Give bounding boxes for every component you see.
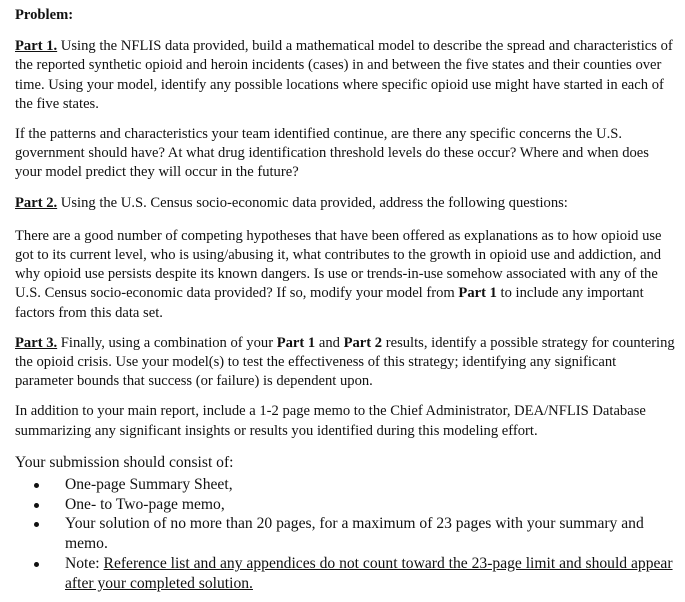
part2-paragraph: Part 2. Using the U.S. Census socio-econ… xyxy=(15,194,675,213)
hypotheses-bold: Part 1 xyxy=(458,285,497,302)
note-label: Note: xyxy=(65,555,104,573)
part3-text-1: Finally, using a combination of your xyxy=(57,334,277,351)
part2-label: Part 2. xyxy=(15,194,58,211)
part3-text-2: and xyxy=(315,334,344,351)
hypotheses-paragraph: There are a good number of competing hyp… xyxy=(15,227,675,323)
part3-bold-1: Part 1 xyxy=(276,334,316,351)
submission-list: One-page Summary Sheet, One- to Two-page… xyxy=(15,475,675,594)
part3-label: Part 3. xyxy=(15,334,58,351)
part1-label: Part 1. xyxy=(15,38,58,55)
memo-paragraph: In addition to your main report, include… xyxy=(15,403,646,439)
part2-text: Using the U.S. Census socio-economic dat… xyxy=(57,194,568,211)
part3-paragraph: Part 3. Finally, using a combination of … xyxy=(15,334,675,392)
submission-intro: Your submission should consist of: xyxy=(15,453,234,471)
part1-text: Using the NFLIS data provided, build a m… xyxy=(15,38,673,112)
list-item: Your solution of no more than 20 pages, … xyxy=(34,514,675,554)
concerns-paragraph: If the patterns and characteristics your… xyxy=(15,126,649,181)
note-text: Reference list and any appendices do not… xyxy=(65,555,673,592)
problem-heading: Problem: xyxy=(15,7,74,23)
part3-bold-2: Part 2 xyxy=(343,334,383,351)
list-item-note: Note: Reference list and any appendices … xyxy=(34,554,675,594)
part1-paragraph: Part 1. Using the NFLIS data provided, b… xyxy=(15,37,675,114)
problem-document: Problem: Part 1. Using the NFLIS data pr… xyxy=(0,0,675,594)
list-item: One- to Two-page memo, xyxy=(34,495,675,515)
list-item: One-page Summary Sheet, xyxy=(34,475,675,495)
